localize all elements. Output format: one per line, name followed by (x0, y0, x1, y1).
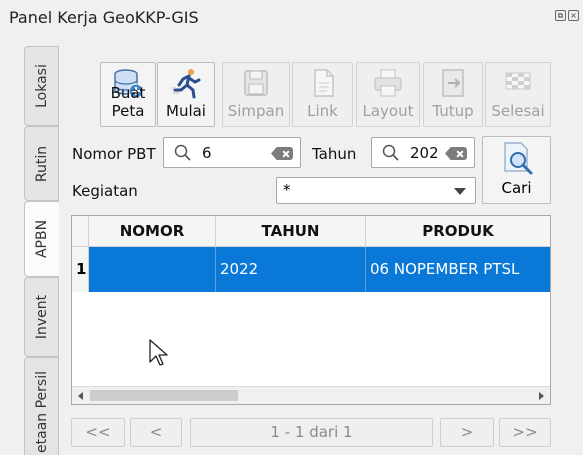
tahun-label: Tahun (312, 145, 357, 163)
tab-label: etaan Persil (33, 371, 50, 453)
button-label: Tutup (432, 102, 474, 120)
kegiatan-value: * (283, 181, 291, 199)
tahun-value: 2022 (410, 144, 439, 162)
simpan-button[interactable]: Simpan (222, 62, 290, 127)
tab-rutin[interactable]: Rutin (24, 126, 58, 201)
cell-nomor[interactable] (89, 247, 216, 292)
kegiatan-select[interactable]: * (276, 177, 476, 204)
link-button[interactable]: Link (292, 62, 353, 127)
close-icon[interactable]: × (568, 10, 579, 21)
column-header-produk[interactable]: PRODUK (366, 216, 550, 247)
first-page-button[interactable]: << (71, 418, 125, 447)
mouse-cursor-icon (149, 339, 168, 366)
column-header-nomor[interactable]: NOMOR (89, 216, 216, 247)
search-icon (382, 144, 399, 161)
nomor-pbt-value: 6 (202, 144, 212, 162)
scroll-left-icon[interactable] (78, 392, 83, 400)
mulai-button[interactable]: Mulai (157, 62, 215, 127)
kegiatan-label: Kegiatan (72, 182, 138, 200)
column-header-tahun[interactable]: TAHUN (216, 216, 366, 247)
corner-header (72, 216, 89, 247)
next-page-button[interactable]: > (440, 418, 494, 447)
nomor-pbt-label: Nomor PBT (72, 145, 156, 163)
save-icon (244, 70, 268, 96)
results-table: NOMOR TAHUN PRODUK 1 2022 06 NOPEMBER PT… (71, 215, 551, 405)
search-icon (174, 144, 191, 161)
running-man-icon (171, 69, 201, 99)
tab-label: Rutin (33, 145, 50, 182)
last-page-button[interactable]: >> (499, 418, 551, 447)
clear-icon[interactable] (445, 147, 467, 160)
exit-icon (442, 69, 464, 97)
title-bar: Panel Kerja GeoKKP-GIS ⧉ × (0, 0, 583, 36)
scroll-right-icon[interactable] (539, 392, 544, 400)
row-index: 1 (72, 247, 89, 292)
scroll-thumb[interactable] (90, 390, 238, 401)
clear-icon[interactable] (271, 147, 293, 160)
window-title: Panel Kerja GeoKKP-GIS (9, 8, 199, 27)
tab-label: Lokasi (33, 64, 50, 108)
nomor-pbt-input[interactable]: 6 (163, 137, 301, 168)
checkered-flag-icon (505, 72, 531, 90)
tab-pemetaan-persil[interactable]: etaan Persil (24, 357, 58, 455)
cell-tahun[interactable]: 2022 (216, 247, 366, 292)
table-row[interactable]: 1 2022 06 NOPEMBER PTSL (72, 247, 550, 292)
button-label: Selesai (491, 102, 545, 120)
cari-button[interactable]: Cari (482, 136, 551, 204)
tutup-button[interactable]: Tutup (423, 62, 483, 127)
title-controls: ⧉ × (555, 10, 579, 21)
float-icon[interactable]: ⧉ (555, 10, 566, 21)
button-label: Layout (362, 102, 414, 120)
tab-apbn[interactable]: APBN (24, 201, 59, 277)
tahun-input[interactable]: 2022 (371, 137, 475, 168)
button-label: Cari (501, 179, 532, 197)
prev-page-button[interactable]: < (130, 418, 182, 447)
selesai-button[interactable]: Selesai (485, 62, 551, 127)
horizontal-scrollbar[interactable] (72, 386, 550, 404)
button-label: Mulai (166, 102, 206, 120)
printer-icon (374, 69, 402, 97)
tab-label: APBN (34, 219, 50, 259)
button-label: Simpan (227, 102, 285, 120)
buat-peta-button[interactable]: Buat Peta (100, 62, 156, 127)
tab-label: Invent (33, 294, 50, 340)
cell-produk[interactable]: 06 NOPEMBER PTSL (366, 247, 550, 292)
vertical-tabs: Lokasi Rutin APBN Invent etaan Persil (24, 46, 59, 455)
button-label: Buat Peta (110, 84, 146, 120)
chevron-down-icon (454, 188, 466, 195)
document-icon (313, 69, 334, 97)
layout-button[interactable]: Layout (356, 62, 420, 127)
search-document-icon (504, 142, 533, 175)
button-label: Link (307, 102, 338, 120)
tab-invent[interactable]: Invent (24, 277, 58, 357)
page-status: 1 - 1 dari 1 (190, 418, 433, 447)
tab-lokasi[interactable]: Lokasi (24, 46, 58, 126)
apbn-panel: Buat Peta Mulai Simpan Link Layout Tutup… (58, 46, 583, 455)
